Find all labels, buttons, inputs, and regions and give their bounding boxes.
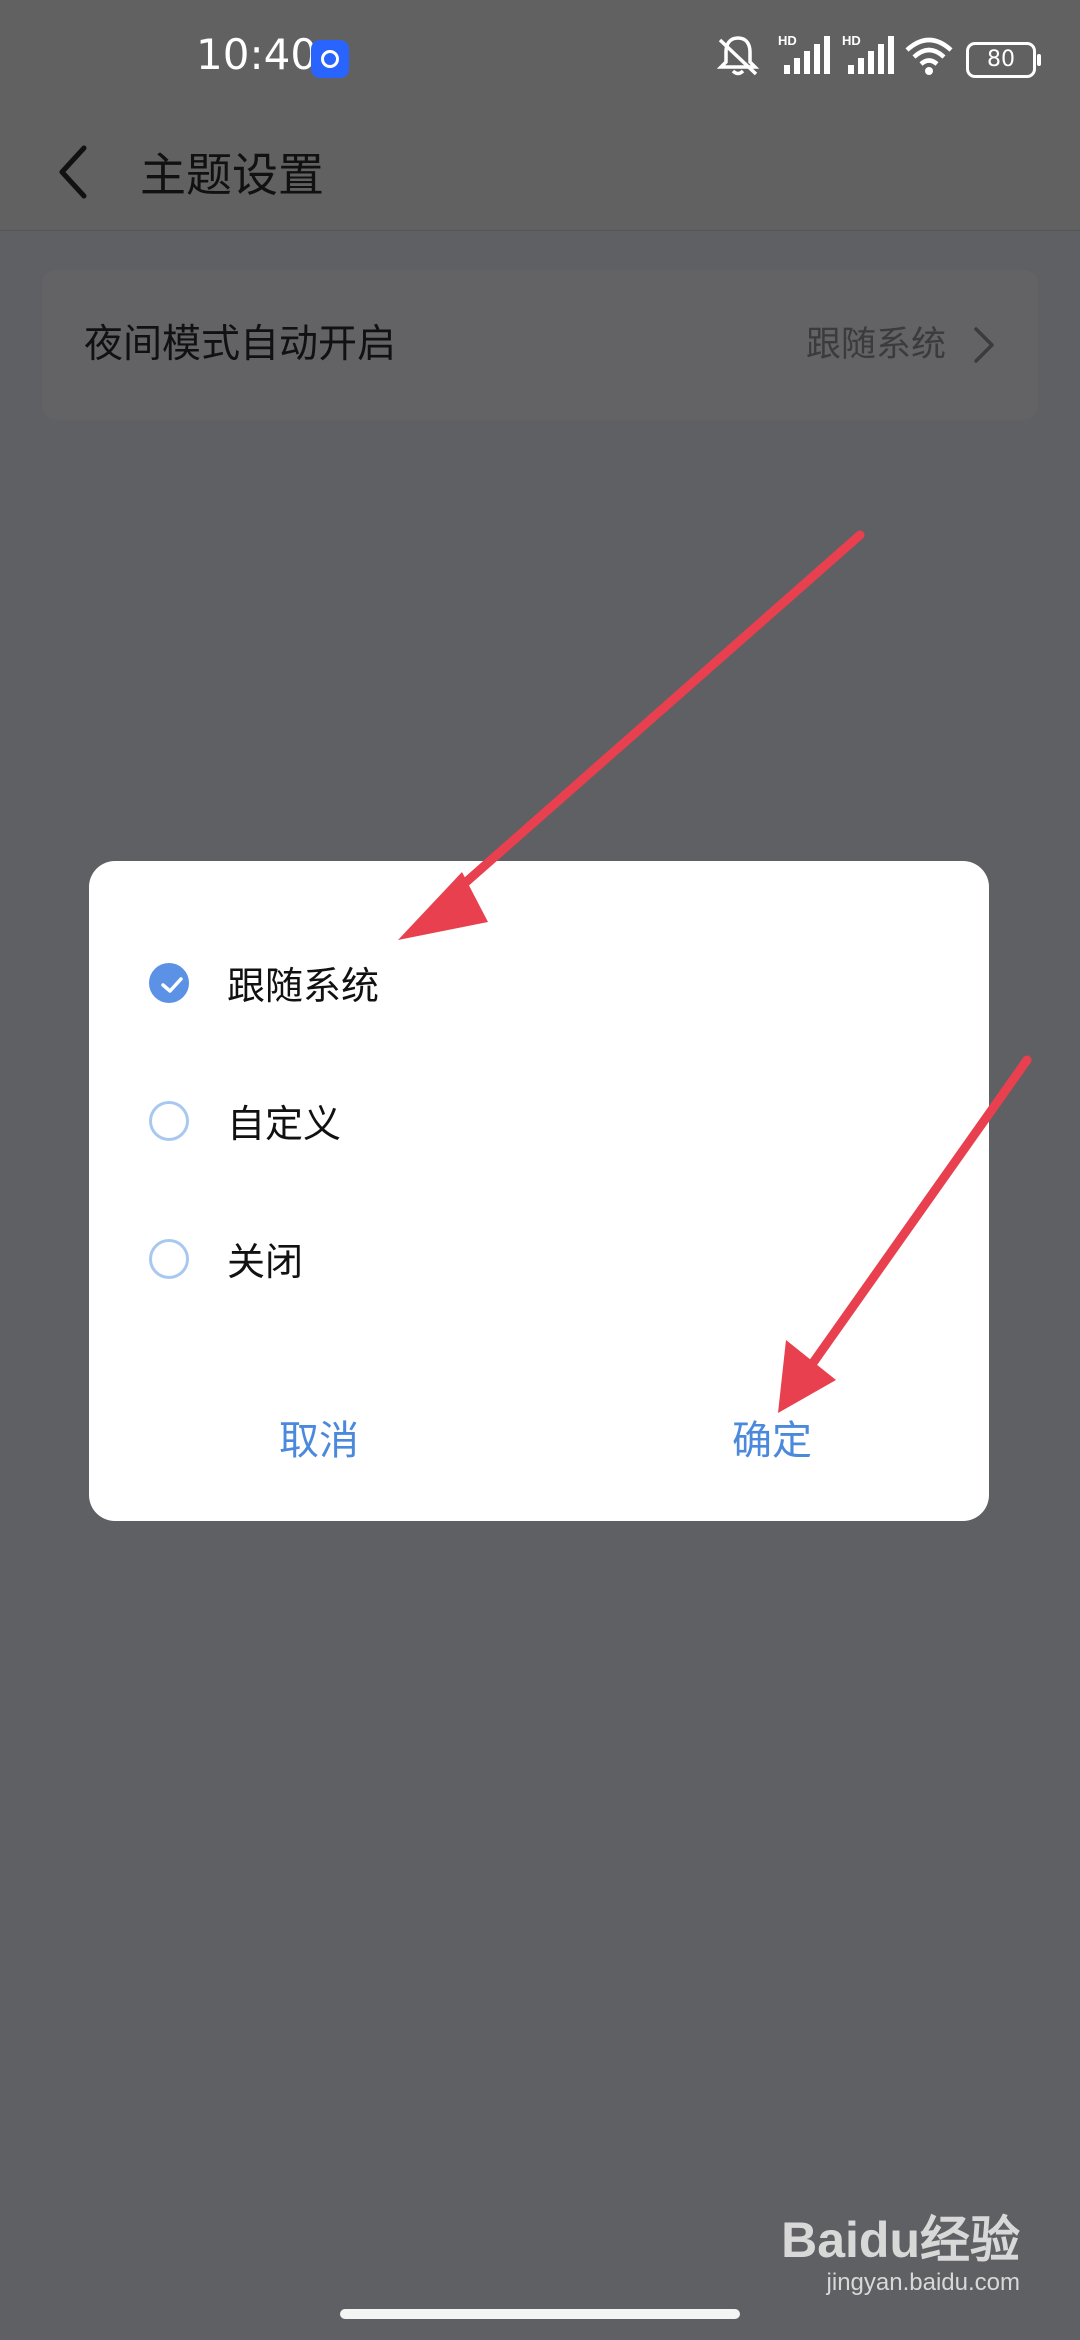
confirm-button[interactable]: 确定 bbox=[622, 1401, 922, 1481]
chevron-right-icon bbox=[974, 327, 994, 363]
radio-unchecked-icon[interactable] bbox=[149, 1101, 189, 1141]
check-icon bbox=[161, 977, 183, 993]
chevron-left-icon[interactable] bbox=[48, 132, 100, 212]
option-label: 跟随系统 bbox=[227, 964, 380, 1008]
watermark-logo: Baidu经验 bbox=[781, 2212, 1020, 2268]
app-notification-icon bbox=[311, 40, 349, 78]
option-label: 自定义 bbox=[227, 1102, 342, 1146]
annotation-arrow-1 bbox=[435, 530, 865, 910]
hd-signal-icon: HD bbox=[842, 33, 894, 74]
option-follow-system[interactable]: 跟随系统 bbox=[89, 926, 989, 1046]
setting-value: 跟随系统 bbox=[805, 325, 946, 365]
watermark-url: jingyan.baidu.com bbox=[826, 2269, 1020, 2296]
home-indicator[interactable] bbox=[340, 2309, 740, 2319]
night-mode-setting-row[interactable]: 夜间模式自动开启 跟随系统 bbox=[42, 270, 1038, 420]
battery-level: 80 bbox=[987, 47, 1015, 72]
page-title: 主题设置 bbox=[140, 148, 324, 202]
night-mode-dialog: 跟随系统自定义关闭取消 确定 bbox=[89, 861, 989, 1521]
wifi-icon bbox=[905, 37, 953, 75]
option-custom[interactable]: 自定义 bbox=[89, 1064, 989, 1184]
app-bar: 主题设置 bbox=[0, 120, 1080, 231]
cancel-button[interactable]: 取消 bbox=[169, 1401, 469, 1481]
radio-checked-icon[interactable] bbox=[149, 963, 189, 1003]
option-label: 关闭 bbox=[227, 1240, 304, 1284]
radio-unchecked-icon[interactable] bbox=[149, 1239, 189, 1279]
option-off[interactable]: 关闭 bbox=[89, 1202, 989, 1322]
watermark: Baidu经验 jingyan.baidu.com bbox=[781, 2212, 1020, 2298]
battery-icon: 80 bbox=[966, 42, 1041, 78]
mute-icon bbox=[716, 36, 760, 76]
svg-text:HD: HD bbox=[842, 33, 861, 48]
svg-text:HD: HD bbox=[778, 33, 797, 48]
status-time: 10:40 bbox=[196, 30, 318, 79]
status-bar: 10:40 HD HD 80 bbox=[0, 0, 1080, 120]
hd-signal-icon: HD bbox=[778, 33, 830, 74]
setting-label: 夜间模式自动开启 bbox=[84, 322, 397, 367]
